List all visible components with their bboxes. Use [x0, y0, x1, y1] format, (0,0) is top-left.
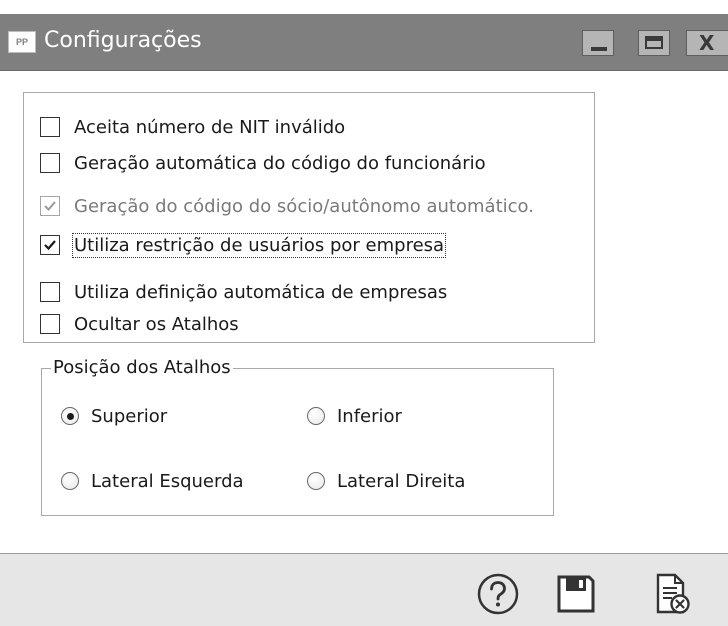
option-label: Geração do código do sócio/autônomo auto…: [74, 195, 534, 217]
radio-button[interactable]: [307, 407, 325, 425]
checkmark-icon: [44, 201, 56, 211]
window-title: Configurações: [44, 28, 202, 53]
radio-selected-dot: [66, 412, 74, 420]
option-label: Aceita número de NIT inválido: [74, 116, 346, 138]
option-user-restriction[interactable]: Utiliza restrição de usuários por empres…: [40, 232, 447, 258]
radio-label: Inferior: [337, 405, 402, 427]
floppy-disk-icon: [557, 575, 595, 613]
option-auto-employee-code[interactable]: Geração automática do código do funcioná…: [40, 150, 486, 176]
option-accept-invalid-nit[interactable]: Aceita número de NIT inválido: [40, 114, 345, 140]
checkbox[interactable]: [40, 282, 60, 302]
help-button[interactable]: [474, 570, 522, 618]
option-hide-shortcuts[interactable]: Ocultar os Atalhos: [40, 311, 239, 337]
title-bar[interactable]: PP Configurações X: [0, 14, 728, 71]
maximize-button[interactable]: [638, 30, 670, 56]
radio-lateral-direita[interactable]: Lateral Direita: [307, 468, 465, 494]
radio-button[interactable]: [61, 407, 79, 425]
checkbox[interactable]: [40, 314, 60, 334]
footer-toolbar: [0, 553, 728, 626]
option-label: Geração automática do código do funcioná…: [74, 152, 486, 174]
checkbox: [40, 196, 60, 216]
app-icon: PP: [8, 31, 36, 53]
radio-label: Lateral Esquerda: [91, 470, 244, 492]
cancel-button[interactable]: [648, 570, 696, 618]
option-label: Ocultar os Atalhos: [74, 313, 239, 335]
close-icon: X: [699, 31, 715, 55]
option-auto-partner-code: Geração do código do sócio/autônomo auto…: [40, 193, 534, 219]
checkbox[interactable]: [40, 235, 60, 255]
radio-superior[interactable]: Superior: [61, 403, 167, 429]
checkbox[interactable]: [40, 153, 60, 173]
option-label: Utiliza restrição de usuários por empres…: [71, 232, 447, 258]
minimize-icon: [591, 47, 607, 51]
radio-label: Lateral Direita: [337, 470, 466, 492]
radio-lateral-esquerda[interactable]: Lateral Esquerda: [61, 468, 244, 494]
maximize-icon: [645, 36, 663, 49]
radio-label: Superior: [91, 405, 168, 427]
option-auto-company-definition[interactable]: Utiliza definição automática de empresas: [40, 279, 447, 305]
radio-button[interactable]: [61, 472, 79, 490]
save-button[interactable]: [552, 570, 600, 618]
radio-inferior[interactable]: Inferior: [307, 403, 402, 429]
minimize-button[interactable]: [582, 30, 614, 56]
settings-window: PP Configurações X Aceita número de NIT …: [0, 0, 728, 626]
checkbox[interactable]: [40, 117, 60, 137]
radio-button[interactable]: [307, 472, 325, 490]
close-button[interactable]: X: [686, 30, 728, 56]
checkmark-icon: [44, 240, 56, 251]
question-circle-icon: [477, 573, 519, 615]
group-title: Posição dos Atalhos: [51, 357, 233, 378]
document-cancel-icon: [656, 573, 690, 614]
option-label: Utiliza definição automática de empresas: [74, 281, 448, 303]
